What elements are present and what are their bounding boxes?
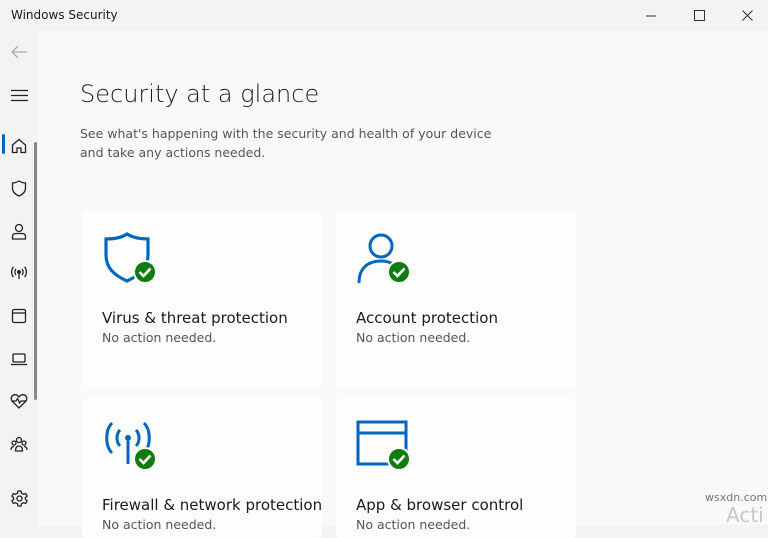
maximize-button[interactable]: [676, 0, 722, 31]
sidebar: [0, 31, 38, 525]
antenna-check-icon: [102, 418, 158, 474]
maximize-icon: [693, 10, 705, 21]
hamburger-icon: [10, 89, 28, 101]
close-icon: [741, 10, 753, 21]
shield-icon: [11, 179, 27, 197]
card-title: Virus & threat protection: [102, 309, 288, 327]
sidebar-item-settings[interactable]: [0, 481, 38, 515]
card-title: App & browser control: [356, 496, 524, 514]
sidebar-item-firewall[interactable]: [0, 256, 38, 290]
sidebar-item-device-security[interactable]: [0, 342, 38, 376]
sidebar-scrollbar[interactable]: [34, 142, 37, 400]
sidebar-item-account[interactable]: [0, 214, 38, 248]
browser-window-check-icon: [356, 418, 412, 474]
person-icon: [11, 223, 27, 240]
card-status: No action needed.: [356, 330, 471, 345]
laptop-icon: [11, 353, 27, 366]
sidebar-item-app-browser[interactable]: [0, 299, 38, 333]
page-description: See what's happening with the security a…: [80, 126, 492, 160]
person-check-icon: [356, 231, 412, 287]
activate-watermark: Acti: [726, 503, 764, 527]
card-app-browser-control[interactable]: App & browser control No action needed.: [336, 398, 576, 538]
minimize-icon: [646, 15, 656, 16]
card-title: Account protection: [356, 309, 498, 327]
wifi-antenna-icon: [10, 266, 28, 279]
family-icon: [10, 436, 28, 452]
app-window-icon: [11, 308, 27, 324]
menu-button[interactable]: [0, 78, 38, 112]
sidebar-item-device-health[interactable]: [0, 384, 38, 418]
gear-icon: [10, 489, 28, 507]
sidebar-item-family[interactable]: [0, 427, 38, 461]
app-title: Windows Security: [11, 8, 118, 22]
minimize-button[interactable]: [628, 0, 674, 31]
close-button[interactable]: [724, 0, 768, 31]
main-content: Security at a glance See what's happenin…: [38, 31, 768, 538]
home-icon: [11, 138, 27, 154]
card-status: No action needed.: [102, 330, 217, 345]
sidebar-item-virus-threat[interactable]: [0, 171, 38, 205]
title-bar: Windows Security: [0, 0, 768, 31]
shield-check-icon: [102, 231, 158, 287]
card-title: Firewall & network protection: [102, 496, 323, 514]
card-firewall-network-protection[interactable]: Firewall & network protection No action …: [82, 398, 322, 538]
page-title: Security at a glance: [80, 80, 320, 108]
heartbeat-icon: [10, 394, 28, 409]
card-account-protection[interactable]: Account protection No action needed.: [336, 211, 576, 387]
sidebar-item-home[interactable]: [0, 129, 38, 163]
back-button[interactable]: [0, 35, 38, 69]
back-arrow-icon: [11, 45, 27, 59]
card-virus-threat-protection[interactable]: Virus & threat protection No action need…: [82, 211, 322, 387]
